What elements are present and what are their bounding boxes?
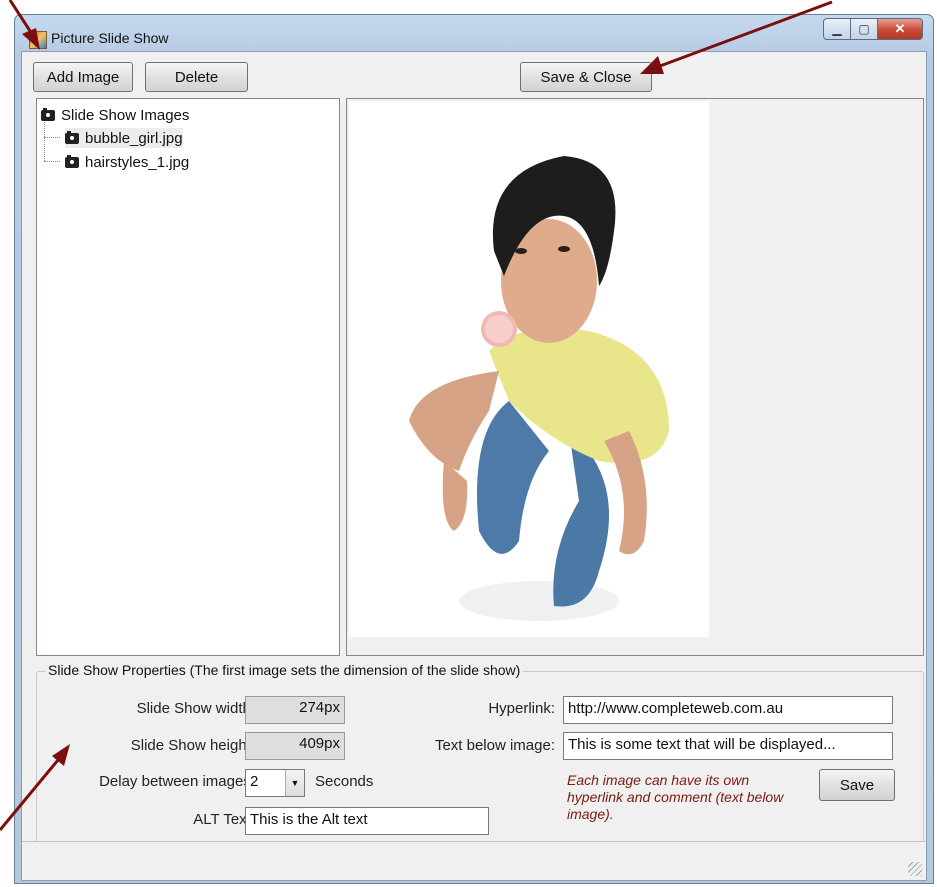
app-window: Picture Slide Show ▁ ▢ ✕ Add Image Delet… (14, 14, 934, 884)
height-label: Slide Show height: (130, 737, 255, 754)
camera-icon (41, 107, 55, 121)
preview-photo (349, 101, 709, 637)
width-label: Slide Show width: (136, 700, 255, 717)
text-below-input[interactable]: This is some text that will be displayed… (563, 732, 893, 760)
window-controls: ▁ ▢ ✕ (823, 18, 923, 40)
help-note: Each image can have its own hyperlink an… (567, 772, 784, 822)
tree-item-hairstyles[interactable]: hairstyles_1.jpg (65, 152, 189, 172)
client-area: Add Image Delete Save & Close Slide Show… (21, 51, 927, 881)
window-title: Picture Slide Show (51, 30, 169, 46)
properties-legend: Slide Show Properties (The first image s… (45, 662, 524, 678)
camera-icon (65, 154, 79, 168)
dropdown-arrow-icon[interactable]: ▼ (285, 770, 304, 796)
tree-item-label: hairstyles_1.jpg (85, 153, 190, 171)
app-icon (29, 31, 47, 49)
save-button[interactable]: Save (819, 769, 895, 801)
image-tree[interactable]: Slide Show Images bubble_girl.jpg hairst… (36, 98, 340, 656)
delay-unit: Seconds (315, 773, 374, 790)
alt-text-input[interactable]: This is the Alt text (245, 807, 489, 835)
close-icon[interactable]: ✕ (878, 18, 923, 40)
camera-icon (65, 130, 79, 144)
minimize-icon[interactable]: ▁ (823, 18, 851, 40)
delete-button[interactable]: Delete (145, 62, 248, 92)
delay-value: 2 (250, 773, 259, 790)
height-field: 409px (245, 732, 345, 760)
image-preview (346, 98, 924, 656)
resize-grip-icon[interactable] (908, 862, 922, 876)
maximize-icon[interactable]: ▢ (851, 18, 878, 40)
add-image-button[interactable]: Add Image (33, 62, 133, 92)
hyperlink-input[interactable]: http://www.completeweb.com.au (563, 696, 893, 724)
tree-root[interactable]: Slide Show Images (41, 105, 189, 125)
text-below-label: Text below image: (434, 737, 555, 754)
delay-select[interactable]: 2 ▼ (245, 769, 305, 797)
save-close-button[interactable]: Save & Close (520, 62, 652, 92)
hyperlink-label: Hyperlink: (488, 700, 555, 717)
delay-label: Delay between images: (99, 773, 255, 790)
status-bar (22, 841, 926, 880)
title-bar[interactable]: Picture Slide Show ▁ ▢ ✕ (15, 15, 933, 51)
tree-item-label: bubble_girl.jpg (85, 129, 183, 147)
width-field: 274px (245, 696, 345, 724)
properties-group: Slide Show Properties (The first image s… (36, 662, 924, 853)
tree-item-bubble-girl[interactable]: bubble_girl.jpg (65, 128, 183, 148)
tree-root-label: Slide Show Images (61, 106, 190, 124)
